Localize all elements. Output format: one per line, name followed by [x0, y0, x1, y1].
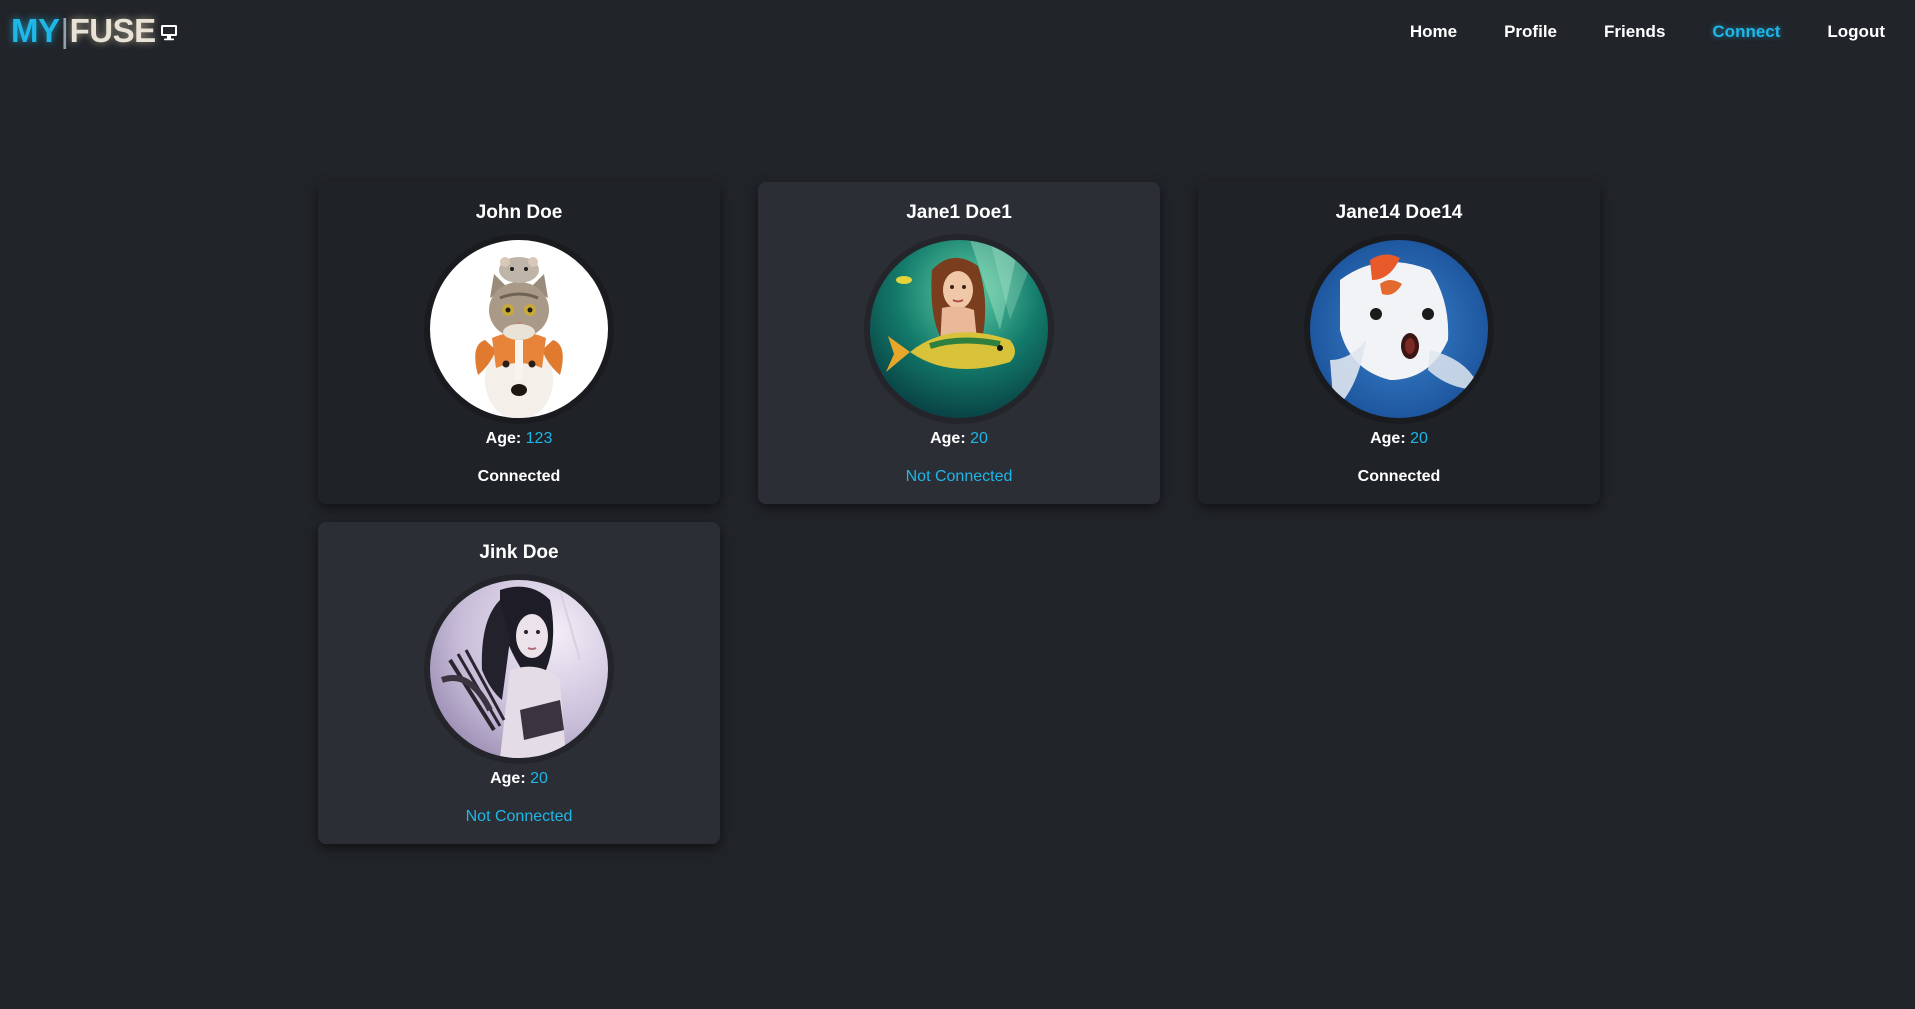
nav-connect[interactable]: Connect [1712, 22, 1780, 42]
age-value: 20 [1410, 430, 1428, 447]
user-card: John Doe Age: 123 Connected [318, 182, 720, 504]
cat-hamster-dog-avatar [430, 240, 608, 418]
connection-status[interactable]: Connected [478, 468, 561, 486]
age-value: 20 [530, 770, 548, 787]
connection-status[interactable]: Connected [1358, 468, 1441, 486]
user-card: Jink Doe Age: 20 Not Connected [318, 522, 720, 844]
koi-fish-avatar [1310, 240, 1488, 418]
connection-status[interactable]: Not Connected [906, 468, 1013, 486]
user-card: Jane1 Doe1 Age: 20 Not Connected [758, 182, 1160, 504]
age-value: 123 [525, 430, 553, 447]
nav-friends[interactable]: Friends [1604, 22, 1665, 42]
user-name: Jane1 Doe1 [906, 202, 1012, 223]
user-name: John Doe [475, 202, 563, 223]
mermaid-fish-avatar [870, 240, 1048, 418]
top-navbar: MY | FUSE Home Profile Friends Connect L… [0, 0, 1915, 64]
nav-links: Home Profile Friends Connect Logout [1363, 0, 1885, 64]
user-name: Jane14 Doe14 [1335, 202, 1463, 223]
brand-part-fuse: FUSE [69, 12, 157, 49]
age-line: Age: 20 [930, 430, 988, 450]
nav-logout[interactable]: Logout [1827, 22, 1885, 42]
archer-woman-avatar [430, 580, 608, 758]
age-label: Age: [1370, 430, 1406, 447]
brand-logo[interactable]: MY | FUSE [11, 12, 156, 50]
age-line: Age: 123 [486, 430, 553, 450]
age-line: Age: 20 [490, 770, 548, 790]
brand-separator: | [60, 12, 70, 49]
age-line: Age: 20 [1370, 430, 1428, 450]
nav-profile[interactable]: Profile [1504, 22, 1557, 42]
connection-status[interactable]: Not Connected [466, 808, 573, 826]
age-value: 20 [970, 430, 988, 447]
nav-home[interactable]: Home [1410, 22, 1457, 42]
age-label: Age: [490, 770, 526, 787]
brand-part-my: MY [11, 12, 60, 49]
age-label: Age: [930, 430, 966, 447]
user-name: Jink Doe [479, 542, 559, 563]
age-label: Age: [485, 430, 522, 447]
user-card-grid: John Doe Age: 123 Connected Jane1 Doe1 A… [318, 182, 1602, 844]
monitor-icon [161, 25, 177, 41]
user-card: Jane14 Doe14 Age: 20 Connected [1198, 182, 1600, 504]
